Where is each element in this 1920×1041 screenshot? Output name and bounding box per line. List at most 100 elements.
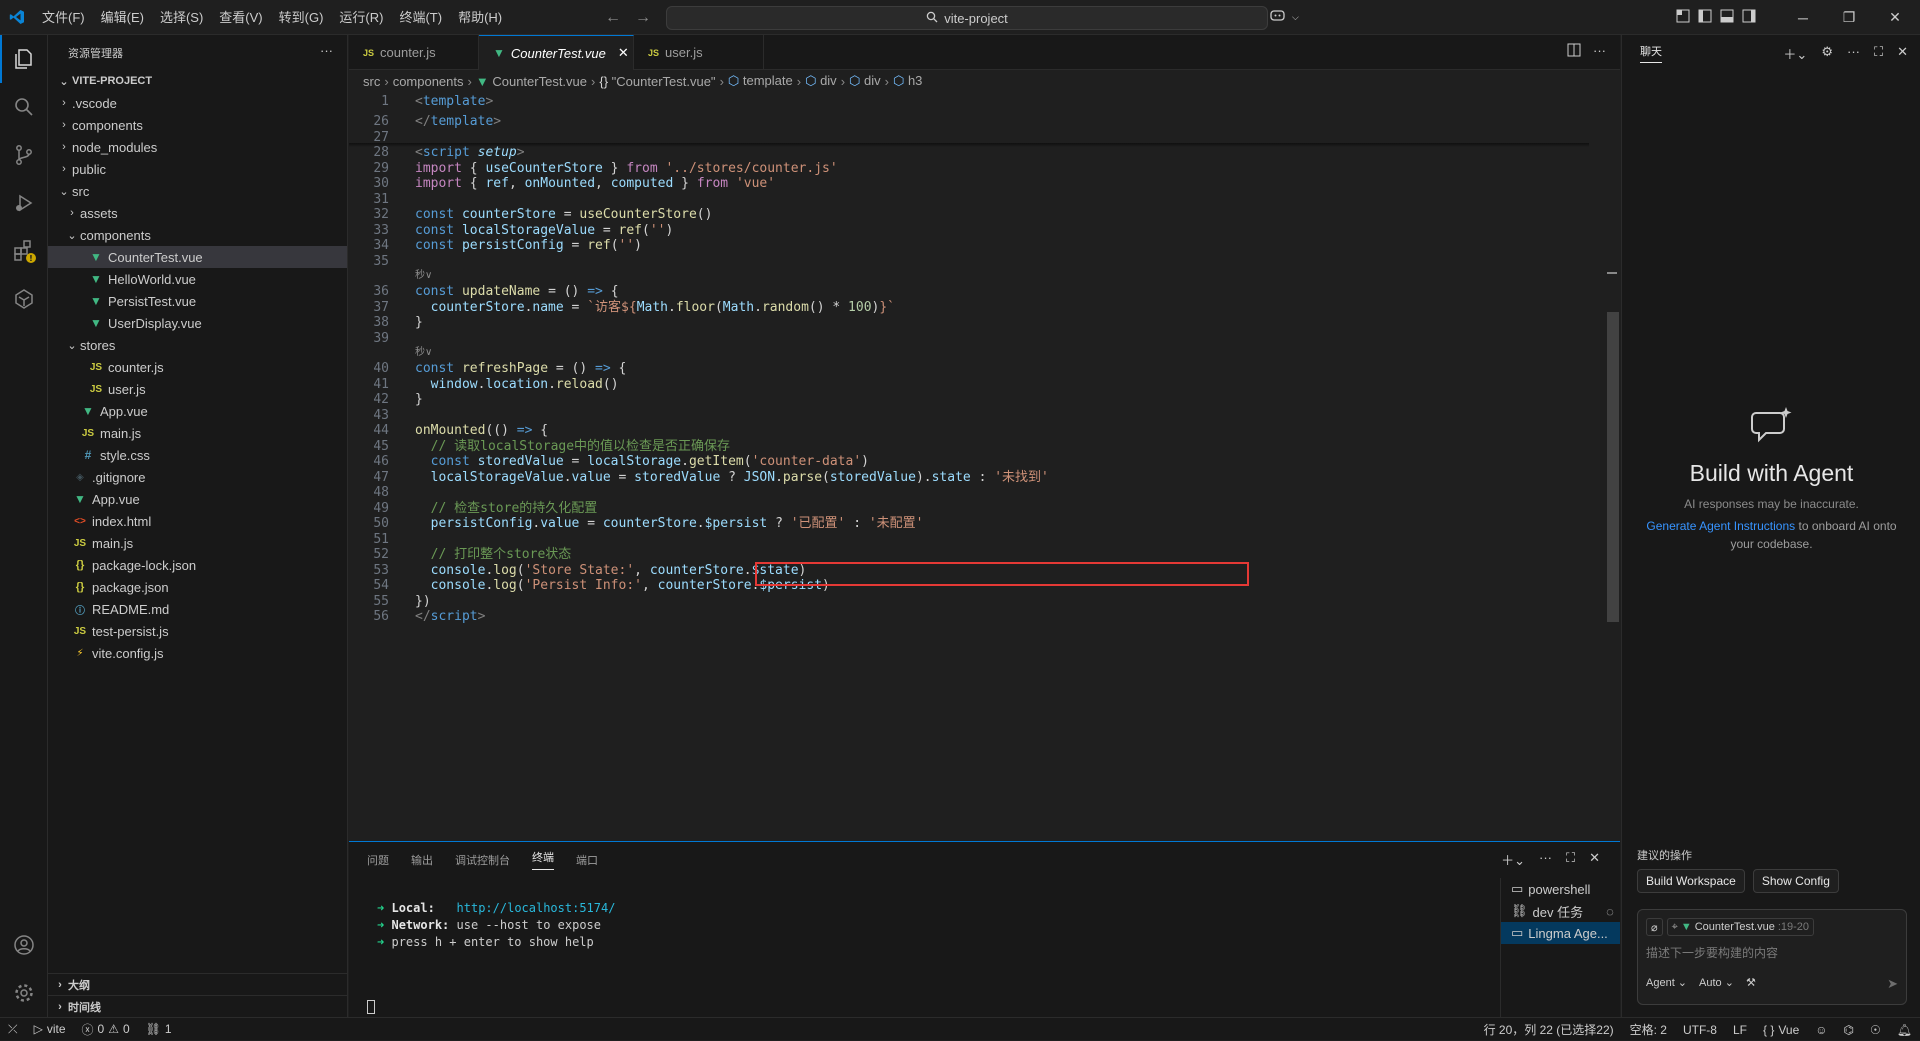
tree-file[interactable]: <> index.html — [48, 510, 347, 532]
new-terminal-icon[interactable]: ＋⌄ — [1501, 850, 1525, 869]
menu-item[interactable]: 文件(F) — [34, 0, 93, 35]
tree-file[interactable]: ▼ PersistTest.vue — [48, 290, 347, 312]
menu-item[interactable]: 编辑(E) — [93, 0, 152, 35]
toggle-primary-sidebar-icon[interactable] — [1698, 9, 1712, 26]
more-actions-icon[interactable]: ··· — [1539, 850, 1552, 869]
menu-item[interactable]: 查看(V) — [211, 0, 270, 35]
toggle-panel-icon[interactable] — [1720, 9, 1734, 26]
scrollbar-thumb[interactable] — [1607, 312, 1619, 622]
panel-tab[interactable]: 调试控制台 — [455, 852, 510, 868]
tools-icon[interactable]: ⚒ — [1746, 976, 1756, 989]
editor-tab[interactable]: JS user.js — [634, 35, 764, 70]
tree-file[interactable]: JS main.js — [48, 422, 347, 444]
tree-file[interactable]: ⚡ vite.config.js — [48, 642, 347, 664]
tree-file[interactable]: ▼ App.vue — [48, 488, 347, 510]
generate-instructions-link[interactable]: Generate Agent Instructions — [1646, 519, 1795, 533]
codelens[interactable]: 秒∨ — [415, 346, 432, 360]
maximize-panel-icon[interactable]: ⛶ — [1566, 850, 1575, 869]
tree-file[interactable]: {} package-lock.json — [48, 554, 347, 576]
menu-item[interactable]: 帮助(H) — [450, 0, 510, 35]
tree-folder[interactable]: › assets — [48, 202, 347, 224]
cursor-position[interactable]: 行 20，列 22 (已选择22) — [1476, 1018, 1622, 1041]
terminal-output[interactable]: ➜ Local: http://localhost:5174/ ➜ Networ… — [377, 900, 615, 951]
extensions-icon[interactable]: ! — [0, 227, 48, 275]
lingma-status-icon[interactable]: ⌬ — [1836, 1018, 1862, 1041]
close-icon[interactable]: ✕ — [618, 45, 629, 61]
close-icon[interactable]: ✕ — [1589, 850, 1600, 869]
tree-file[interactable]: JS counter.js — [48, 356, 347, 378]
settings-gear-icon[interactable] — [0, 969, 48, 1017]
tree-file[interactable]: ⓘ README.md — [48, 598, 347, 620]
breadcrumb-item[interactable]: ⬡ div — [849, 73, 881, 89]
more-actions-icon[interactable]: ··· — [320, 43, 333, 58]
breadcrumb-item[interactable]: src — [363, 74, 380, 89]
show-config-button[interactable]: Show Config — [1752, 869, 1839, 893]
run-debug-icon[interactable] — [0, 179, 48, 227]
remote-indicator[interactable]: ⤫ — [0, 1018, 26, 1041]
gear-icon[interactable]: ⚙ — [1821, 44, 1833, 63]
tree-file[interactable]: JS test-persist.js — [48, 620, 347, 642]
tree-file[interactable]: ▼ App.vue — [48, 400, 347, 422]
search-icon[interactable] — [0, 83, 48, 131]
problems-item[interactable]: ⓧ 0 ⚠ 0 — [74, 1018, 138, 1041]
source-control-icon[interactable] — [0, 131, 48, 179]
panel-tab[interactable]: 终端 — [532, 849, 554, 870]
tree-folder[interactable]: ⌄ src — [48, 180, 347, 202]
split-editor-icon[interactable] — [1567, 43, 1581, 60]
tree-file[interactable]: ◈ .gitignore — [48, 466, 347, 488]
editor-tab[interactable]: ▼ CounterTest.vue ✕ — [479, 35, 634, 70]
tree-folder[interactable]: › node_modules — [48, 136, 347, 158]
context-file-chip[interactable]: ⌖ ▼ CounterTest.vue:19-20 — [1666, 918, 1815, 936]
copilot-menu[interactable]: ⌵ — [1270, 0, 1299, 35]
run-task-item[interactable]: ▷ vite — [26, 1018, 74, 1041]
tree-folder[interactable]: ⌄ stores — [48, 334, 347, 356]
explorer-icon[interactable] — [0, 35, 48, 83]
tree-folder[interactable]: › .vscode — [48, 92, 347, 114]
back-arrow-icon[interactable]: ← — [605, 9, 621, 27]
breadcrumb-item[interactable]: components — [393, 74, 464, 89]
breadcrumb-item[interactable]: {} "CounterTest.vue" — [599, 74, 715, 89]
terminal-instance[interactable]: ▭ Lingma Age... — [1501, 922, 1620, 944]
tree-file[interactable]: {} package.json — [48, 576, 347, 598]
chat-input-placeholder[interactable]: 描述下一步要构建的内容 — [1646, 944, 1778, 961]
codelens[interactable]: 秒∨ — [415, 269, 432, 283]
menu-item[interactable]: 转到(G) — [271, 0, 332, 35]
tree-file[interactable]: ▼ UserDisplay.vue — [48, 312, 347, 334]
model-picker[interactable]: Auto ⌄ — [1699, 976, 1734, 989]
code-editor[interactable]: 1 <template> 26 </template> 27 28 <script setu… — [349, 92, 1589, 782]
send-icon[interactable]: ➤ — [1887, 976, 1898, 992]
more-actions-icon[interactable]: ··· — [1593, 43, 1606, 60]
more-actions-icon[interactable]: ··· — [1847, 44, 1860, 63]
tree-folder[interactable]: › components — [48, 114, 347, 136]
tree-folder[interactable]: › public — [48, 158, 347, 180]
mode-picker[interactable]: Agent ⌄ — [1646, 976, 1687, 989]
tree-file[interactable]: ▼ HelloWorld.vue — [48, 268, 347, 290]
tree-folder[interactable]: ⌄ components — [48, 224, 347, 246]
breadcrumb-item[interactable]: ⬡ div — [805, 73, 837, 89]
end-of-line[interactable]: LF — [1725, 1018, 1755, 1041]
panel-tab[interactable]: 输出 — [411, 852, 433, 868]
editor-scrollbar[interactable] — [1604, 92, 1619, 842]
project-folder-header[interactable]: ⌄ VITE-PROJECT — [48, 70, 347, 92]
panel-tab[interactable]: 端口 — [576, 852, 598, 868]
terminal-instance[interactable]: ▭ powershell — [1501, 878, 1620, 900]
tree-file[interactable]: # style.css — [48, 444, 347, 466]
minimize-icon[interactable]: ─ — [1780, 0, 1826, 35]
terminal-instance[interactable]: ⛓ dev 任务 ◌ — [1501, 900, 1620, 922]
command-center-search[interactable]: vite-project — [666, 6, 1268, 30]
tree-file[interactable]: JS main.js — [48, 532, 347, 554]
encoding[interactable]: UTF-8 — [1675, 1018, 1725, 1041]
account-icon[interactable] — [0, 921, 48, 969]
customize-layout-icon[interactable] — [1676, 9, 1690, 26]
menu-item[interactable]: 选择(S) — [152, 0, 211, 35]
language-mode[interactable]: { } Vue — [1755, 1018, 1807, 1041]
chat-tab[interactable]: 聊天 — [1640, 43, 1662, 63]
ports-item[interactable]: ⛓ 1 — [138, 1018, 180, 1041]
outline-section[interactable]: › 大纲 — [48, 973, 348, 995]
breadcrumb-item[interactable]: ▼ CounterTest.vue — [476, 74, 587, 89]
local-url-link[interactable]: http://localhost:5174/ — [457, 901, 616, 915]
build-workspace-button[interactable]: Build Workspace — [1637, 869, 1745, 893]
panel-tab[interactable]: 问题 — [367, 852, 389, 868]
indentation[interactable]: 空格: 2 — [1622, 1018, 1675, 1041]
lingma-icon[interactable] — [0, 275, 48, 323]
